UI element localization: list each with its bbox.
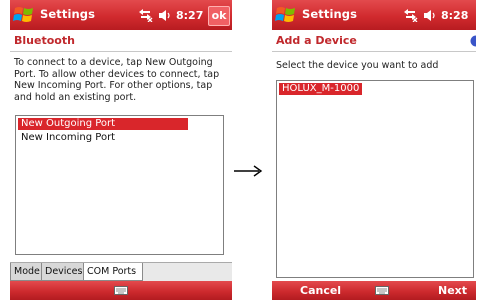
- titlebar-title: Settings: [40, 7, 96, 21]
- page-title: Add a Device: [276, 34, 357, 47]
- bluetooth-settings-screen: Settings 8:27 ok Bluetooth To connect to…: [10, 0, 232, 300]
- connectivity-icon: [139, 9, 153, 22]
- windows-start-icon[interactable]: [12, 3, 36, 27]
- page-title: Bluetooth: [14, 34, 75, 47]
- status-area[interactable]: 8:27: [138, 6, 203, 24]
- menu-bar: [10, 281, 232, 300]
- titlebar: Settings 8:28: [272, 0, 476, 30]
- keyboard-icon[interactable]: [375, 286, 389, 295]
- clock: 8:28: [441, 8, 469, 22]
- volume-icon: [159, 9, 170, 21]
- list-item[interactable]: New Outgoing Port: [18, 118, 188, 130]
- connectivity-icon: [404, 9, 418, 22]
- cancel-button[interactable]: Cancel: [300, 284, 341, 297]
- help-icon[interactable]: [470, 35, 476, 47]
- clock: 8:27: [176, 8, 204, 22]
- com-ports-list[interactable]: New Outgoing Port New Incoming Port: [15, 115, 224, 255]
- status-area[interactable]: 8:28: [403, 6, 468, 24]
- add-device-screen: Settings 8:28 Add a Device Select the de…: [272, 0, 476, 300]
- menu-bar: Cancel Next: [272, 281, 476, 300]
- header-divider: [272, 51, 476, 52]
- right-arrow-icon: [234, 165, 263, 177]
- windows-start-icon[interactable]: [274, 3, 298, 27]
- device-list[interactable]: HOLUX_M-1000: [276, 80, 474, 278]
- tab-strip: Mode Devices COM Ports: [10, 262, 232, 281]
- tab-com-ports[interactable]: COM Ports: [83, 263, 143, 281]
- titlebar-title: Settings: [302, 7, 358, 21]
- keyboard-icon[interactable]: [114, 286, 128, 295]
- list-item[interactable]: New Incoming Port: [18, 132, 118, 144]
- header-divider: [10, 51, 232, 52]
- next-button[interactable]: Next: [438, 284, 467, 297]
- instruction-text: Select the device you want to add: [276, 60, 439, 71]
- instructions-text: To connect to a device, tap New Outgoing…: [14, 57, 220, 104]
- list-item[interactable]: HOLUX_M-1000: [279, 83, 363, 95]
- tab-mode[interactable]: Mode: [10, 263, 44, 281]
- volume-icon: [424, 9, 435, 21]
- tab-devices[interactable]: Devices: [41, 263, 86, 281]
- ok-button[interactable]: ok: [208, 6, 230, 26]
- titlebar: Settings 8:27 ok: [10, 0, 232, 30]
